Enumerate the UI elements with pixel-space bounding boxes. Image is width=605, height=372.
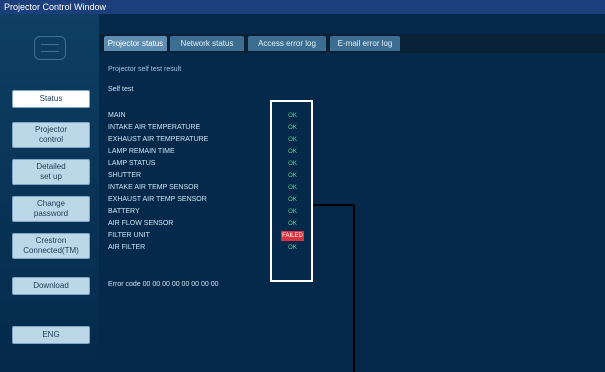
tab-access-error-log[interactable]: Access error log: [248, 36, 326, 51]
error-code: Error code 00 00 00 00 00 00 00 00: [108, 281, 219, 288]
callout-line: [353, 204, 355, 372]
nav-status-button[interactable]: Status: [12, 90, 90, 108]
item-label: MAIN: [108, 112, 126, 119]
item-label: SHUTTER: [108, 172, 142, 179]
nav-projector-control-button[interactable]: Projector control: [12, 122, 90, 148]
nav-change-password-button[interactable]: Change password: [12, 196, 90, 222]
item-label: EXHAUST AIR TEMPERATURE: [108, 136, 209, 143]
item-label: LAMP REMAIN TIME: [108, 148, 175, 155]
tab-network-status[interactable]: Network status: [170, 36, 244, 51]
nav-crestron-connected-button[interactable]: Crestron Connected(TM): [12, 233, 90, 259]
status-highlight-box: [270, 100, 313, 282]
tab-projector-status[interactable]: Projector status: [104, 36, 167, 51]
window-title: Projector Control Window: [0, 0, 605, 14]
item-label: INTAKE AIR TEMPERATURE: [108, 124, 201, 131]
item-label: INTAKE AIR TEMP SENSOR: [108, 184, 199, 191]
language-eng-button[interactable]: ENG: [12, 326, 90, 344]
item-label: EXHAUST AIR TEMP SENSOR: [108, 196, 207, 203]
item-label: AIR FILTER: [108, 244, 146, 251]
projector-logo-icon: [34, 36, 66, 60]
item-label: FILTER UNIT: [108, 232, 150, 239]
nav-download-button[interactable]: Download: [12, 277, 90, 295]
callout-line: [313, 204, 353, 206]
tab-bar: Projector status Network status Access e…: [99, 34, 605, 53]
sidebar: Status Projector control Detailed set up…: [0, 14, 99, 372]
nav-detailed-setup-button[interactable]: Detailed set up: [12, 159, 90, 185]
item-label: BATTERY: [108, 208, 140, 215]
main-content: Projector status Network status Access e…: [99, 14, 605, 372]
tab-email-error-log[interactable]: E-mail error log: [330, 36, 400, 51]
item-label: AIR FLOW SENSOR: [108, 220, 174, 227]
self-test-subheading: Projector self test result: [108, 66, 182, 73]
item-label: LAMP STATUS: [108, 160, 156, 167]
self-test-group-heading: Self test: [108, 86, 134, 93]
